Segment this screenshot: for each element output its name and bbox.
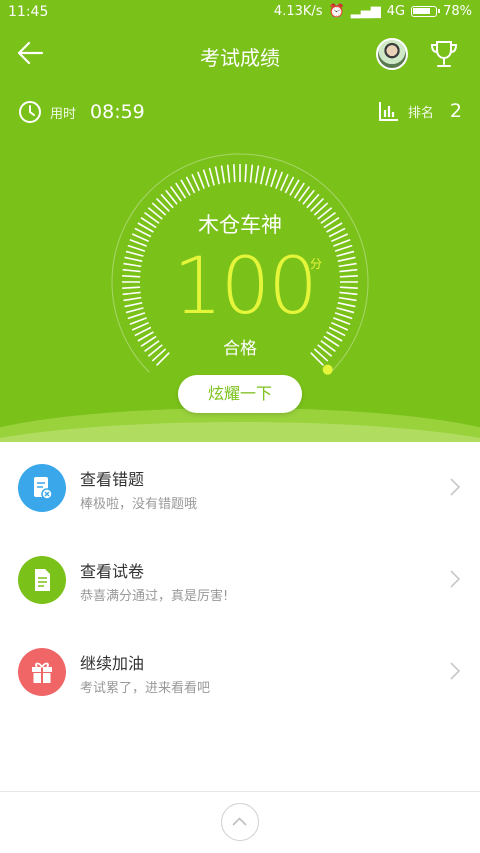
gift-icon: [32, 662, 52, 683]
status-time: 11:45: [8, 4, 49, 20]
signal-icon: ▂▄▆: [350, 4, 381, 19]
gauge-tick: [125, 307, 144, 314]
gauge-tick: [279, 173, 289, 191]
network-type: 4G: [386, 4, 406, 19]
gauge-tick: [122, 275, 141, 278]
gauge-tick: [122, 291, 141, 296]
gauge-tick: [129, 238, 147, 247]
gauge-tick: [275, 171, 284, 189]
gauge-tick: [270, 169, 278, 188]
gauge-tick: [338, 262, 357, 268]
gauge-tick: [265, 167, 272, 186]
wrong-questions-icon: [34, 477, 53, 500]
gauge-tick: [127, 244, 146, 252]
gauge-tick: [129, 317, 147, 326]
alarm-icon: ⏰: [328, 4, 345, 19]
menu-item-subtitle: 棒极啦，没有错题哦: [80, 497, 198, 512]
gauge-tick: [337, 302, 356, 308]
rank-stat: 排名 2: [378, 100, 462, 122]
rank-value: 2: [449, 100, 462, 122]
gauge-tick: [226, 164, 231, 183]
time-used-value: 08:59: [90, 101, 145, 123]
chevron-right-icon: [450, 662, 460, 680]
time-used-stat: 用时 08:59: [18, 100, 145, 124]
menu-item-subtitle: 恭喜满分通过，真是厉害!: [80, 589, 229, 604]
pass-status: 合格: [223, 339, 257, 359]
gauge-tick: [127, 312, 146, 320]
menu-icon-circle: [18, 556, 66, 604]
menu-icon-circle: [18, 464, 66, 512]
bottom-divider: [0, 791, 480, 792]
gauge-tick: [339, 268, 358, 273]
gauge-tick: [338, 296, 357, 302]
gauge-tick: [244, 164, 247, 183]
scroll-up-button[interactable]: [221, 803, 259, 841]
gauge-tick: [339, 275, 358, 278]
menu-item-view-paper[interactable]: 查看试卷 恭喜满分通过，真是厉害!: [0, 534, 480, 626]
menu-item-keep-going[interactable]: 继续加油 考试累了，进来看看吧: [0, 626, 480, 718]
gauge-tick: [191, 173, 201, 191]
gauge-tick: [131, 321, 149, 331]
document-icon: [35, 569, 50, 591]
menu-item-wrong-questions[interactable]: 查看错题 棒极啦，没有错题哦: [0, 442, 480, 534]
gauge-tick: [249, 164, 254, 183]
chevron-right-icon: [450, 478, 460, 496]
menu-list: 查看错题 棒极啦，没有错题哦 查看试卷 恭喜满分通过，真是厉害! 继续加油 考试…: [0, 442, 480, 718]
gauge-tick: [334, 312, 353, 320]
clock-icon: [19, 101, 41, 123]
gauge-tick: [233, 164, 236, 183]
gauge-tick: [220, 165, 226, 184]
menu-item-subtitle: 考试累了，进来看看吧: [80, 681, 211, 696]
gauge-tick: [122, 268, 141, 273]
menu-icon-circle: [18, 648, 66, 696]
chevron-up-icon: [232, 817, 247, 826]
page-title: 考试成绩: [200, 46, 280, 70]
menu-item-title: 查看试卷: [80, 562, 145, 581]
menu-item-title: 查看错题: [80, 470, 145, 489]
rank-label: 排名: [407, 105, 434, 121]
gauge-marker: [322, 364, 333, 375]
gauge-tick: [333, 238, 351, 247]
gauge-tick: [208, 167, 215, 186]
status-right: 4.13K/s ⏰ ▂▄▆ 4G 78%: [274, 4, 472, 19]
gauge-tick: [339, 286, 358, 289]
gauge-tick: [124, 256, 143, 262]
gauge-tick: [337, 256, 356, 262]
battery-icon: [411, 6, 441, 17]
time-used-label: 用时: [50, 106, 77, 122]
gauge-tick: [202, 169, 210, 188]
bar-chart-icon: [378, 102, 398, 121]
gauge-tick: [339, 291, 358, 296]
score-unit: 分: [310, 257, 323, 271]
gauge-tick: [334, 244, 353, 252]
gauge-tick: [124, 302, 143, 308]
chevron-right-icon: [450, 570, 460, 588]
gauge-tick: [125, 250, 144, 257]
gauge-tick: [214, 166, 220, 185]
gauge-tick: [122, 286, 141, 289]
gauge-tick: [333, 317, 351, 326]
gauge-tick: [336, 250, 355, 257]
gauge-tick: [336, 307, 355, 314]
network-speed: 4.13K/s: [273, 4, 323, 19]
score-value: 100: [173, 242, 318, 332]
trophy-icon[interactable]: [428, 38, 460, 70]
share-button[interactable]: 炫耀一下: [178, 375, 302, 413]
grade-title: 木仓车神: [198, 213, 282, 237]
status-bar: 11:45 4.13K/s ⏰ ▂▄▆ 4G 78%: [0, 0, 480, 26]
navbar: 考试成绩: [0, 30, 480, 78]
gauge-tick: [123, 262, 142, 268]
gauge-tick: [260, 166, 266, 185]
gauge-tick: [254, 165, 260, 184]
gauge-tick: [123, 296, 142, 302]
menu-item-title: 继续加油: [80, 654, 145, 673]
gauge-tick: [196, 171, 205, 189]
gauge-tick: [331, 321, 349, 331]
avatar[interactable]: [376, 38, 408, 70]
battery-level: 78%: [443, 4, 472, 19]
